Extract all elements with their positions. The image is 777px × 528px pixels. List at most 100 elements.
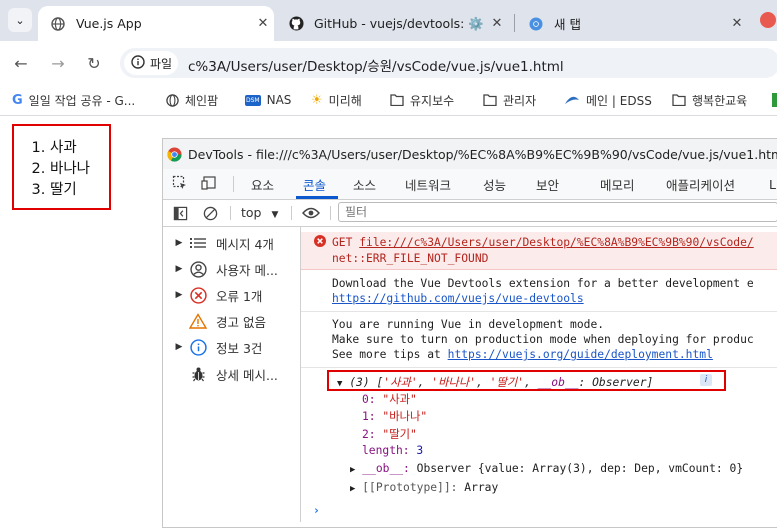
- tab-sources[interactable]: 소스: [353, 169, 376, 199]
- error-url-link[interactable]: file:///c%3A/Users/user/Desktop/%EC%8A%B…: [359, 236, 753, 249]
- prototype-row[interactable]: ▶ [[Prototype]]: Array: [350, 481, 498, 494]
- bookmark-item[interactable]: 유지보수: [390, 89, 454, 111]
- devtools-titlebar: DevTools - file:///c%3A/Users/user/Deskt…: [163, 139, 777, 169]
- tab-vuejs-app[interactable]: Vue.js App ✕: [38, 6, 274, 41]
- error-line: GET file:///c%3A/Users/user/Desktop/%EC%…: [332, 236, 754, 249]
- tab-memory[interactable]: 메모리: [600, 169, 635, 199]
- bookmark-item[interactable]: ☀ 미리해: [311, 89, 362, 111]
- sidebar-item-errors[interactable]: ▶ 오류 1개: [170, 283, 298, 307]
- context-selector[interactable]: top ▼: [241, 205, 278, 220]
- array-entry: 2: "딸기": [362, 428, 417, 441]
- sidebar-item-verbose[interactable]: 상세 메시...: [170, 362, 298, 386]
- message-divider: [301, 311, 777, 312]
- bookmark-item[interactable]: 행복한교육: [672, 89, 747, 111]
- chrome-icon: [167, 146, 182, 162]
- error-icon: [314, 235, 326, 250]
- github-icon: [288, 16, 304, 32]
- bookmark-label: 메인 | EDSS: [586, 93, 652, 108]
- close-tab-icon[interactable]: ✕: [726, 16, 748, 31]
- collapsed-triangle-icon: ▶: [350, 465, 356, 475]
- tab-github-devtools[interactable]: GitHub - vuejs/devtools: ⚙️ Br ✕: [276, 6, 508, 41]
- dev-mode-message-line: Make sure to turn on production mode whe…: [332, 333, 754, 346]
- filter-input[interactable]: [338, 202, 777, 222]
- info-badge-icon[interactable]: i: [700, 374, 712, 386]
- fruit-list: 사과 바나나 딸기: [14, 138, 109, 201]
- expand-triangle-icon: ▶: [175, 264, 183, 274]
- list-item: 바나나: [50, 159, 109, 180]
- message-divider: [301, 367, 777, 368]
- bookmark-label: 미리해: [328, 93, 362, 108]
- reload-icon[interactable]: ↻: [83, 52, 105, 74]
- tab-overflow[interactable]: L: [769, 169, 776, 199]
- console-prompt-icon[interactable]: ›: [313, 504, 320, 517]
- clear-console-icon[interactable]: [200, 203, 220, 223]
- dev-mode-message-line: You are running Vue in development mode.: [332, 318, 605, 331]
- sidebar-item-user-messages[interactable]: ▶ 사용자 메...: [170, 257, 298, 281]
- sidebar-toggle-icon[interactable]: [170, 203, 190, 223]
- sidebar-item-label: 메시지 4개: [216, 236, 274, 252]
- sidebar-item-messages[interactable]: ▶ 메시지 4개: [170, 231, 298, 255]
- forward-arrow-icon[interactable]: →: [47, 52, 69, 74]
- back-arrow-icon[interactable]: ←: [10, 52, 32, 74]
- bookmark-label: 유지보수: [410, 93, 455, 108]
- sidebar-item-warnings[interactable]: 경고 없음: [170, 309, 298, 333]
- info-icon: [131, 54, 145, 72]
- array-length: length: 3: [362, 444, 424, 457]
- folder-icon: [483, 94, 497, 106]
- bookmark-item[interactable]: 메인 | EDSS: [564, 89, 652, 111]
- bookmark-label: 행복한교육: [692, 93, 748, 108]
- expand-triangle-icon: ▶: [175, 238, 183, 248]
- dropdown-triangle-icon: ▼: [271, 210, 279, 220]
- folder-icon: [672, 94, 686, 106]
- sun-icon: ☀: [311, 92, 323, 108]
- list-item: 딸기: [50, 180, 109, 201]
- tips-prefix: See more tips at: [332, 348, 441, 361]
- edss-icon: [564, 95, 580, 105]
- tab-divider: [514, 14, 515, 32]
- globe-icon: [166, 93, 179, 107]
- deployment-guide-link[interactable]: https://vuejs.org/guide/deployment.html: [448, 348, 713, 361]
- close-tab-icon[interactable]: ✕: [252, 16, 274, 31]
- tab-elements[interactable]: 요소: [251, 169, 274, 199]
- sidebar-item-label: 상세 메시...: [216, 367, 278, 383]
- error-method: GET: [332, 236, 353, 249]
- bug-icon: [188, 364, 208, 384]
- chrome-icon: [528, 16, 544, 32]
- tab-new-tab[interactable]: 새 탭 ✕: [516, 6, 748, 41]
- array-summary-row[interactable]: ▼ (3) ['사과', '바나나', '딸기', __ob__: Observ…: [337, 374, 653, 390]
- error-code: net::ERR_FILE_NOT_FOUND: [332, 252, 489, 265]
- tab-security[interactable]: 보안: [536, 169, 559, 199]
- sidebar-item-info[interactable]: ▶ 정보 3건: [170, 335, 298, 359]
- folder-icon: [390, 94, 404, 106]
- sidebar-item-label: 경고 없음: [216, 314, 266, 330]
- device-toolbar-icon[interactable]: [199, 173, 219, 193]
- fruit-list-highlight: 사과 바나나 딸기: [12, 124, 111, 210]
- dsm-icon: DSM: [245, 94, 261, 106]
- live-expression-eye-icon[interactable]: [301, 203, 321, 223]
- site-info-chip[interactable]: 파일: [124, 51, 178, 75]
- context-label: top: [241, 205, 262, 220]
- bookmark-overflow-icon[interactable]: [772, 93, 777, 107]
- close-tab-icon[interactable]: ✕: [486, 16, 508, 31]
- url-text[interactable]: c%3A/Users/user/Desktop/승원/vsCode/vue.js…: [188, 55, 564, 75]
- bookmark-item[interactable]: 체인팜: [166, 89, 218, 111]
- tab-performance[interactable]: 성능: [483, 169, 506, 199]
- sidebar-divider: [300, 227, 301, 522]
- tab-application[interactable]: 애플리케이션: [666, 169, 735, 199]
- vue-devtools-link[interactable]: https://github.com/vuejs/vue-devtools: [332, 292, 584, 305]
- profile-tab-icon[interactable]: [760, 12, 776, 28]
- bookmark-item[interactable]: G 일일 작업 공유 - G...: [12, 89, 135, 111]
- tab-search-button[interactable]: ⌄: [8, 8, 32, 32]
- tab-network[interactable]: 네트워크: [405, 169, 451, 199]
- error-icon: [188, 285, 208, 305]
- bookmark-item[interactable]: DSM NAS: [245, 89, 291, 111]
- inspect-element-icon[interactable]: [170, 173, 190, 193]
- tab-title: Vue.js App: [76, 16, 142, 31]
- user-icon: [188, 259, 208, 279]
- tab-console[interactable]: 콘솔: [303, 169, 326, 199]
- google-icon: G: [12, 92, 23, 108]
- active-tab-indicator: [296, 196, 338, 199]
- observer-row[interactable]: ▶ __ob__: Observer {value: Array(3), dep…: [350, 462, 743, 475]
- bookmark-item[interactable]: 관리자: [483, 89, 536, 111]
- dev-mode-message-line: See more tips at https://vuejs.org/guide…: [332, 348, 713, 361]
